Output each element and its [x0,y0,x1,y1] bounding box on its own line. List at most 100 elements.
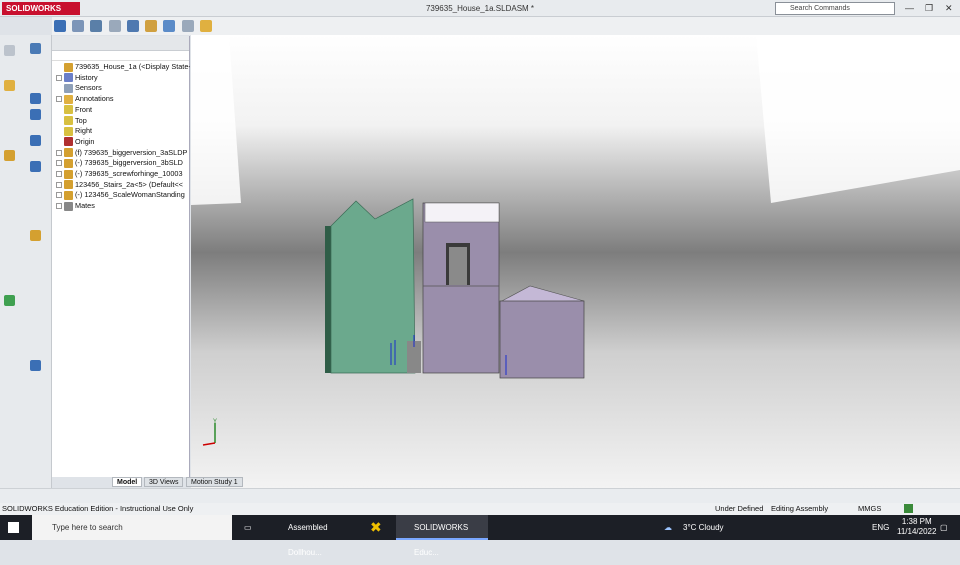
tree-item-label: (-) 739635_biggerversion_3bSLD [75,158,183,168]
expand-icon[interactable] [56,171,62,178]
expand-icon[interactable] [56,74,62,81]
assembly-features-icon[interactable] [145,20,158,32]
tree-item-label: Sensors [75,83,102,93]
mate-reference-icon[interactable] [4,150,15,161]
tree-node-icon [64,148,73,158]
repair-sketch-icon[interactable] [30,360,41,371]
mate-icon[interactable] [90,20,103,32]
tree-item[interactable]: History [52,72,190,83]
scene-reflection [191,35,241,205]
tree-item-label: (-) 739635_screwforhinge_10003 [75,169,183,178]
evaluate-icon[interactable] [4,295,15,306]
tree-node-icon [64,190,73,200]
edition-text: SOLIDWORKS Education Edition - Instructi… [2,504,194,513]
clock-time: 1:38 PM [901,517,932,526]
trim-icon[interactable] [30,230,41,241]
house-green-wall [325,198,416,374]
sketch-icon[interactable] [4,45,15,56]
scene-reflection [756,35,960,203]
clock[interactable]: 1:38 PM 11/14/2022 [897,517,936,542]
task-view-icon[interactable]: ▭ [244,515,252,540]
tree-item[interactable]: 739635_House_1a (<Display State-5 [52,61,190,72]
tree-item[interactable]: 123456_Stairs_2a<5> (Default<< [52,179,190,190]
instant3d-icon[interactable] [199,20,212,32]
help-icon[interactable] [904,504,913,513]
feature-manager-tree: 739635_House_1a (<Display State-5 History… [52,36,190,477]
feature-icon[interactable] [4,80,15,91]
rectangle-icon[interactable] [30,109,41,120]
expand-icon[interactable] [56,96,62,103]
expand-icon[interactable] [56,192,62,199]
tree-item[interactable]: (-) 123456_ScaleWomanStanding [52,189,190,200]
tree-item[interactable]: Mates [52,200,190,211]
tree-node-icon [64,94,73,104]
filter-icon[interactable] [52,51,189,61]
tree-item-label: Right [75,126,93,136]
graphics-viewport[interactable]: Y [191,35,960,488]
tree-node-icon [64,126,73,136]
command-toolbar [52,17,960,35]
tree-item[interactable]: Top [52,115,190,126]
weather-text[interactable]: 3°C Cloudy [683,515,724,540]
tree-node-icon [64,158,73,168]
tree-item[interactable]: Right [52,125,190,136]
expand-icon[interactable] [56,203,62,210]
restore-icon[interactable]: ❐ [925,3,933,14]
model-view: Y [191,35,960,446]
tree-node-icon [64,73,73,83]
move-component-icon[interactable] [126,20,139,32]
insert-component-icon[interactable] [72,20,85,32]
tree-node-icon [64,180,73,190]
tree-item[interactable]: (-) 739635_biggerversion_3bSLD [52,157,190,168]
tree-item[interactable]: (f) 739635_biggerversion_3aSLDP [52,147,190,158]
pattern-icon[interactable] [108,20,121,32]
tree-item-label: (-) 123456_ScaleWomanStanding [75,190,185,200]
expand-icon[interactable] [56,149,62,156]
expand-icon[interactable] [56,181,62,188]
language-indicator[interactable]: ENG [872,515,889,540]
units-selector[interactable]: MMGS [858,503,881,515]
spline-icon[interactable] [30,161,41,172]
command-manager-sidebar [0,35,52,488]
tree-item-label: Top [75,115,87,125]
minimize-icon[interactable]: — [905,3,914,13]
bottom-tabs: Model 3D Views Motion Study 1 [52,477,252,488]
close-icon[interactable]: ✕ [945,3,953,14]
editing-status: Editing Assembly [771,504,829,513]
app-x-icon[interactable]: ✖ [370,515,382,540]
taskbar-search-input[interactable]: Type here to search [32,515,232,540]
tree-item[interactable]: Annotations [52,93,190,104]
tree-node-icon [64,201,73,211]
search-commands-input[interactable]: Search Commands [775,2,895,15]
tree-item-label: (f) 739635_biggerversion_3aSLDP [75,147,188,157]
tree-node-icon [64,83,73,93]
tree-item[interactable]: (-) 739635_screwforhinge_10003 [52,168,190,179]
tree-item-label: Front [75,104,93,114]
tree-node-icon [64,116,73,126]
tree-item-label: History [75,72,98,82]
expand-icon[interactable] [56,160,62,167]
notifications-icon[interactable]: ▢ [940,515,948,540]
smart-mate-icon[interactable] [54,20,66,32]
tree-item[interactable]: Front [52,104,190,115]
tree-item[interactable]: Sensors [52,82,190,93]
status-bar: SOLIDWORKS Education Edition - Instructi… [0,503,960,515]
tree-item-label: 739635_House_1a (<Display State-5 [75,62,190,71]
reference-geometry-icon[interactable] [181,20,194,32]
tab-model[interactable]: Model [112,477,143,487]
windows-taskbar: Type here to search ▭ Assembled Dollhou.… [0,515,960,557]
exploded-view-icon[interactable] [163,20,176,32]
windows-start-icon[interactable] [8,522,19,533]
tab-3d-views[interactable]: 3D Views [144,477,184,487]
taskbar-app-chrome[interactable]: Assembled Dollhou... [270,515,360,557]
taskbar-app-solidworks[interactable]: SOLIDWORKS Educ... [396,515,488,557]
circle-icon[interactable] [30,135,41,146]
tab-motion-study[interactable]: Motion Study 1 [186,477,243,487]
tree-item[interactable]: Origin [52,136,190,147]
tree-node-icon [64,62,73,72]
smart-dimension-icon[interactable] [30,43,41,54]
cloud-icon: ☁ [664,523,672,532]
title-bar: SOLIDWORKS 739635_House_1a.SLDASM * Sear… [0,0,960,17]
line-icon[interactable] [30,93,41,104]
definition-status: Under Defined [715,504,764,513]
